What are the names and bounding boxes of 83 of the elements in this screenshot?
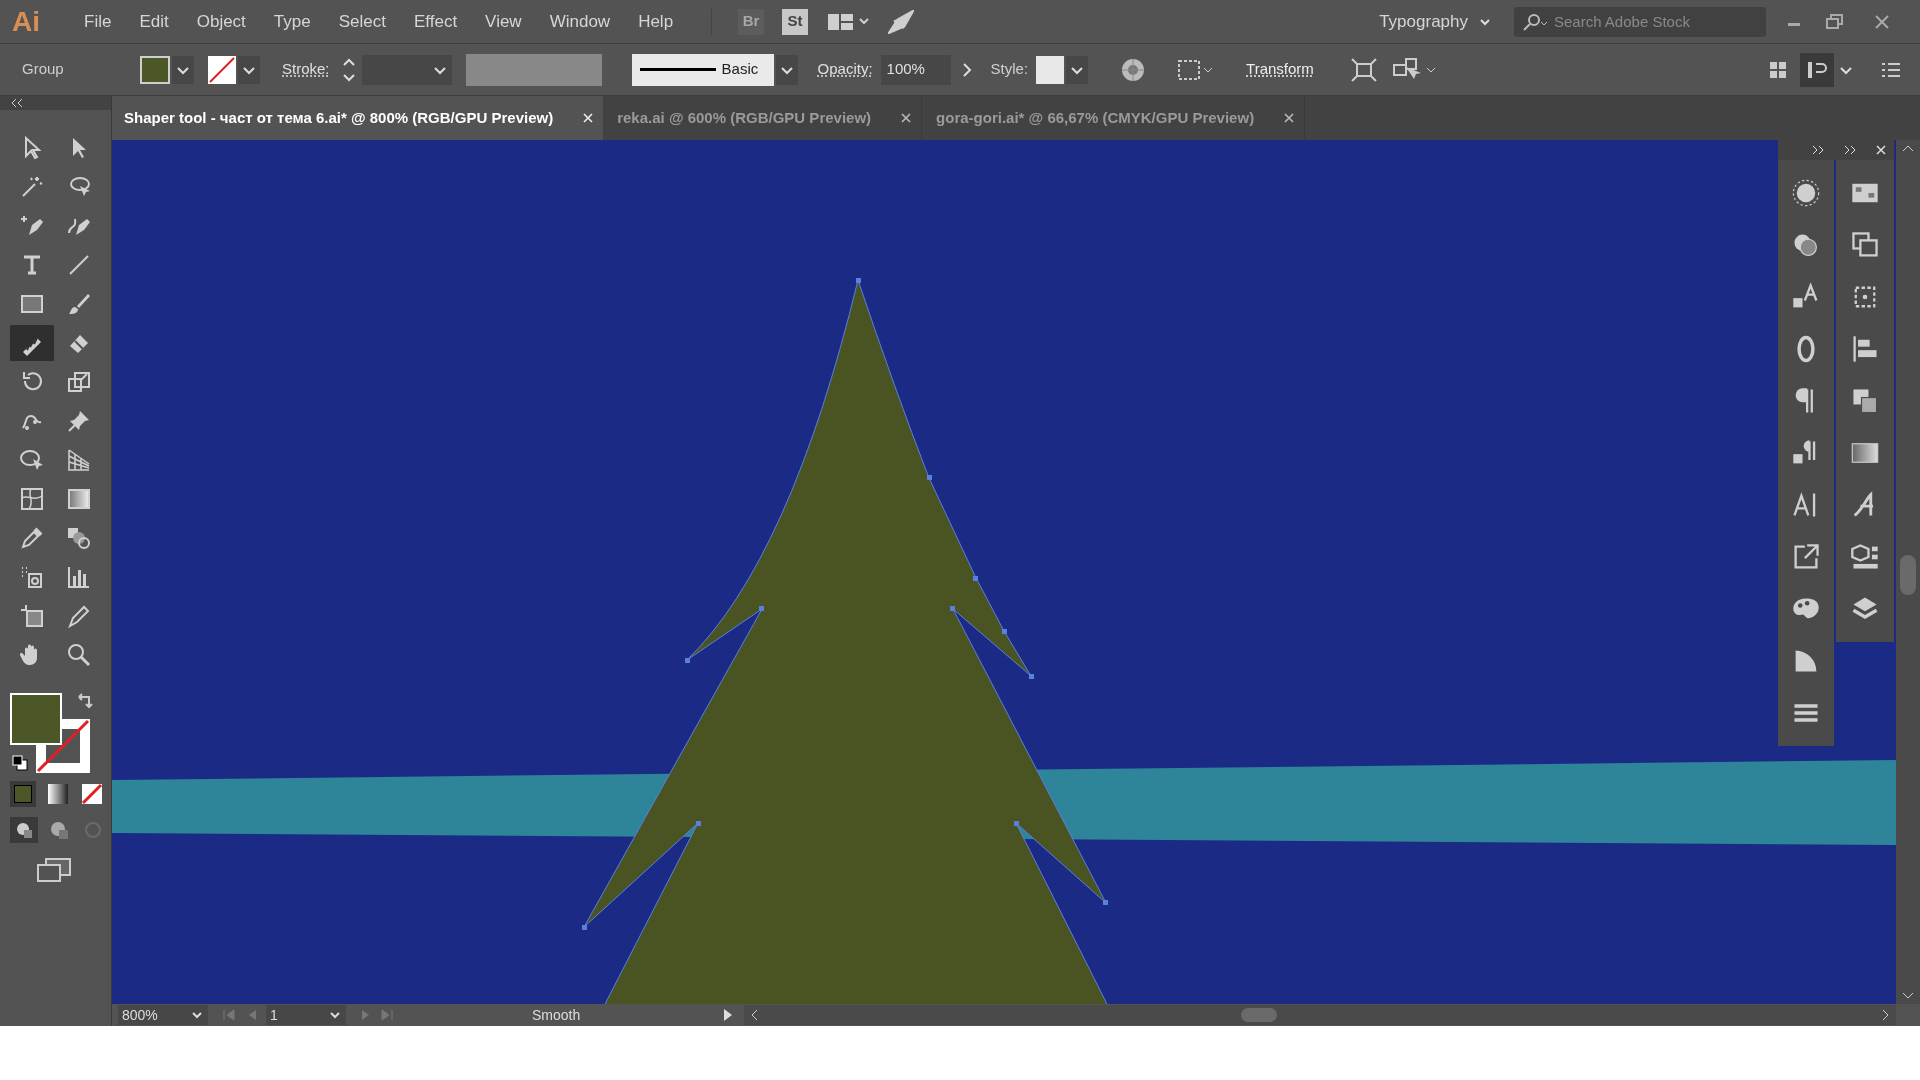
opacity-field[interactable]: 100%	[880, 54, 951, 85]
opacity-link[interactable]: Opacity:	[817, 58, 873, 81]
gradient-swatch[interactable]	[46, 782, 70, 806]
dropdown-icon[interactable]	[238, 55, 260, 84]
menu-item[interactable]: Object	[184, 8, 258, 35]
menu-item[interactable]: View	[473, 8, 534, 35]
color-swatch	[14, 785, 32, 803]
brush-definition-field[interactable]: Basic	[631, 53, 774, 86]
style-label: Style:	[990, 59, 1029, 80]
draw-normal-button[interactable]	[10, 817, 38, 843]
eyedropper-icon	[19, 525, 45, 551]
blend-icon	[65, 525, 92, 551]
scroll-up-icon[interactable]	[1902, 144, 1914, 154]
fill-color-swatch[interactable]	[10, 693, 62, 745]
scroll-thumb[interactable]	[1241, 1008, 1277, 1022]
close-icon[interactable]	[1284, 113, 1295, 123]
menu-item[interactable]: Effect	[401, 8, 470, 35]
menu-item[interactable]: Help	[626, 8, 686, 35]
close-icon[interactable]	[901, 113, 912, 123]
tool-button[interactable]	[10, 325, 54, 361]
selection-label: Group	[22, 59, 65, 80]
spray-can-icon	[19, 564, 45, 590]
grid-icon[interactable]	[1768, 59, 1788, 80]
menu-item[interactable]: Select	[326, 8, 398, 35]
scroll-down-icon[interactable]	[1902, 990, 1914, 1000]
dropdown-icon[interactable]	[1066, 55, 1089, 84]
scroll-thumb[interactable]	[1900, 555, 1916, 595]
isolate-icon[interactable]	[1349, 56, 1378, 83]
zoom-field[interactable]: 800%	[118, 1005, 208, 1025]
restore-icon[interactable]	[1826, 13, 1844, 30]
color-mode-button[interactable]	[10, 781, 36, 807]
artboard-field[interactable]: 1	[266, 1005, 346, 1025]
slice-icon	[65, 603, 92, 629]
current-tool-label: Smooth	[532, 1005, 582, 1025]
bar-graph-icon	[65, 564, 92, 590]
vertical-scrollbar[interactable]	[1896, 140, 1920, 1004]
stroke-none-swatch[interactable]	[208, 55, 236, 84]
globe-icon[interactable]	[1120, 56, 1147, 83]
scale-icon	[65, 369, 92, 395]
appearance-icon[interactable]	[1791, 178, 1821, 208]
libraries-icon[interactable]	[1850, 542, 1880, 572]
mesh-icon	[19, 486, 45, 512]
panel-icon	[1806, 59, 1828, 80]
style-swatch[interactable]	[1036, 55, 1065, 84]
play-icon[interactable]	[722, 1008, 734, 1022]
gradient-icon	[65, 486, 92, 512]
collapse-icon[interactable]	[10, 98, 24, 108]
expand-icon[interactable]	[1844, 145, 1856, 155]
layout-grid-icon	[828, 12, 871, 31]
menu-item[interactable]: Edit	[127, 8, 181, 35]
document-tab[interactable]: Shaper tool - част от тема 6.ai* @ 800% (RGB/GPU Preview)	[112, 96, 604, 140]
dropdown-icon[interactable]	[775, 54, 798, 85]
fill-swatch[interactable]	[140, 55, 170, 84]
default-colors-icon[interactable]	[12, 755, 28, 771]
scroll-right-icon[interactable]	[1880, 1009, 1890, 1021]
menu-item[interactable]: Type	[261, 8, 323, 35]
close-icon[interactable]	[1874, 13, 1890, 30]
app-logo: Ai	[12, 4, 41, 39]
artboard-icon	[19, 603, 45, 629]
expand-icon[interactable]	[1812, 145, 1824, 155]
zoom-icon	[65, 642, 92, 668]
menu-item[interactable]: Window	[537, 8, 623, 35]
workspace-switcher[interactable]: Typography	[1379, 8, 1492, 35]
align-icon[interactable]	[1850, 334, 1880, 364]
export-icon[interactable]	[1791, 542, 1821, 572]
duplicate-squares-icon[interactable]	[1850, 230, 1880, 260]
stroke-link[interactable]: Stroke:	[282, 58, 330, 81]
search-icon	[1522, 12, 1548, 31]
horizontal-scrollbar[interactable]	[744, 1005, 1896, 1025]
bridge-button[interactable]: Br	[738, 8, 765, 35]
circle-square-icon	[15, 821, 33, 839]
none-swatch[interactable]	[80, 782, 104, 806]
screen-mode-icon[interactable]	[36, 857, 72, 883]
transform-link[interactable]: Transform	[1246, 58, 1314, 81]
scroll-left-icon[interactable]	[750, 1009, 760, 1021]
stock-button[interactable]: St	[782, 8, 809, 35]
dropdown-icon[interactable]	[172, 55, 194, 84]
swap-arrow-icon[interactable]	[76, 691, 96, 711]
search-field[interactable]: Search Adobe Stock	[1514, 6, 1766, 37]
stroke-weight-field[interactable]	[361, 54, 452, 85]
perspective-grid-icon	[65, 447, 92, 473]
menu-item[interactable]: File	[72, 8, 124, 35]
panel-toggle-button[interactable]	[1800, 52, 1834, 87]
